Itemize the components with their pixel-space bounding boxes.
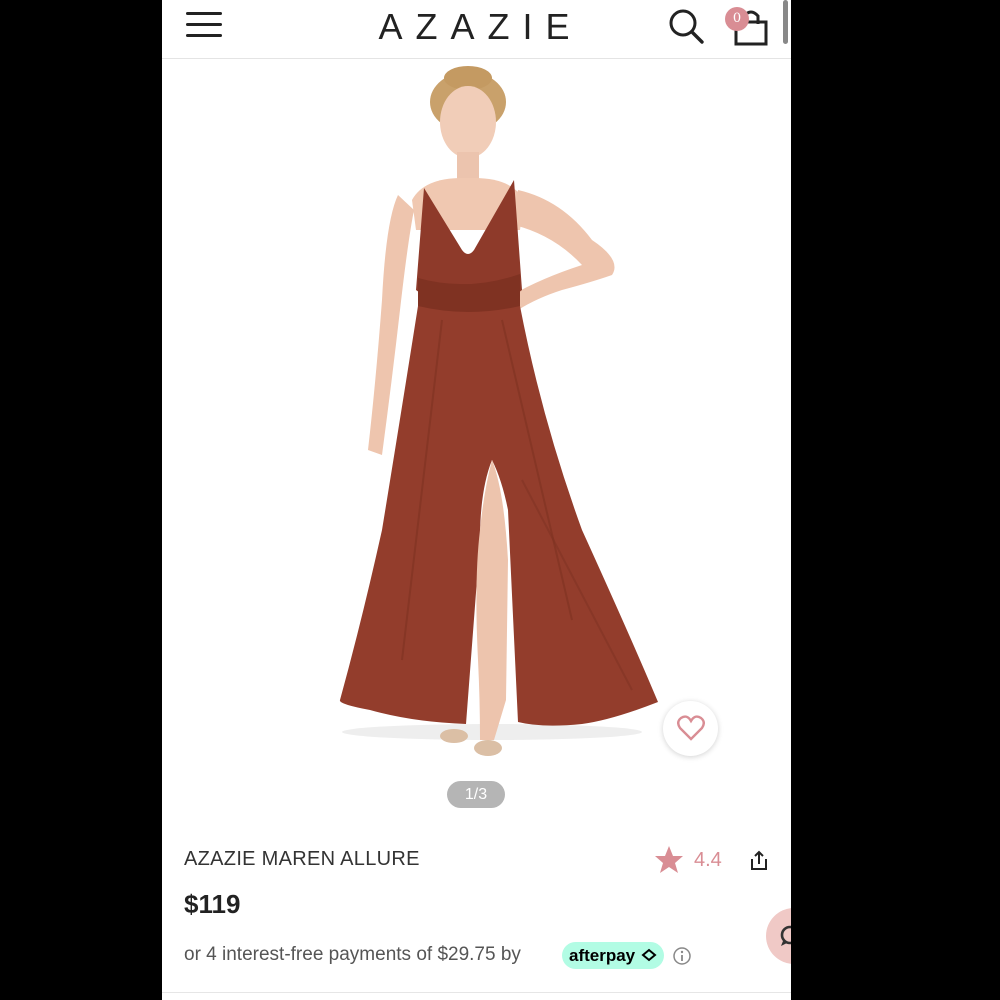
scrollbar[interactable] [783, 0, 788, 44]
share-icon[interactable] [749, 850, 769, 872]
gallery-counter: 1/3 [447, 781, 505, 808]
site-header: AZAZIE 0 [162, 0, 791, 59]
heart-icon [677, 715, 705, 741]
search-icon[interactable] [666, 6, 706, 46]
product-photo[interactable] [162, 60, 791, 780]
mobile-page: AZAZIE 0 1/3 AZAZIE MAREN ALLURE 4.4 $11… [162, 0, 791, 1000]
afterpay-badge[interactable]: afterpay [562, 942, 664, 969]
info-icon[interactable] [672, 946, 692, 966]
divider [162, 992, 791, 993]
chat-button[interactable] [766, 908, 791, 964]
afterpay-label: afterpay [569, 946, 636, 965]
rating-value[interactable]: 4.4 [694, 849, 722, 872]
star-icon [655, 846, 683, 873]
chat-icon [780, 925, 791, 946]
afterpay-logo-icon [641, 948, 657, 962]
product-title: AZAZIE MAREN ALLURE [184, 848, 420, 870]
installment-text: or 4 interest-free payments of $29.75 by [184, 944, 521, 965]
favorite-button[interactable] [663, 701, 718, 756]
product-price: $119 [184, 889, 241, 919]
cart-count-badge[interactable]: 0 [725, 7, 749, 31]
